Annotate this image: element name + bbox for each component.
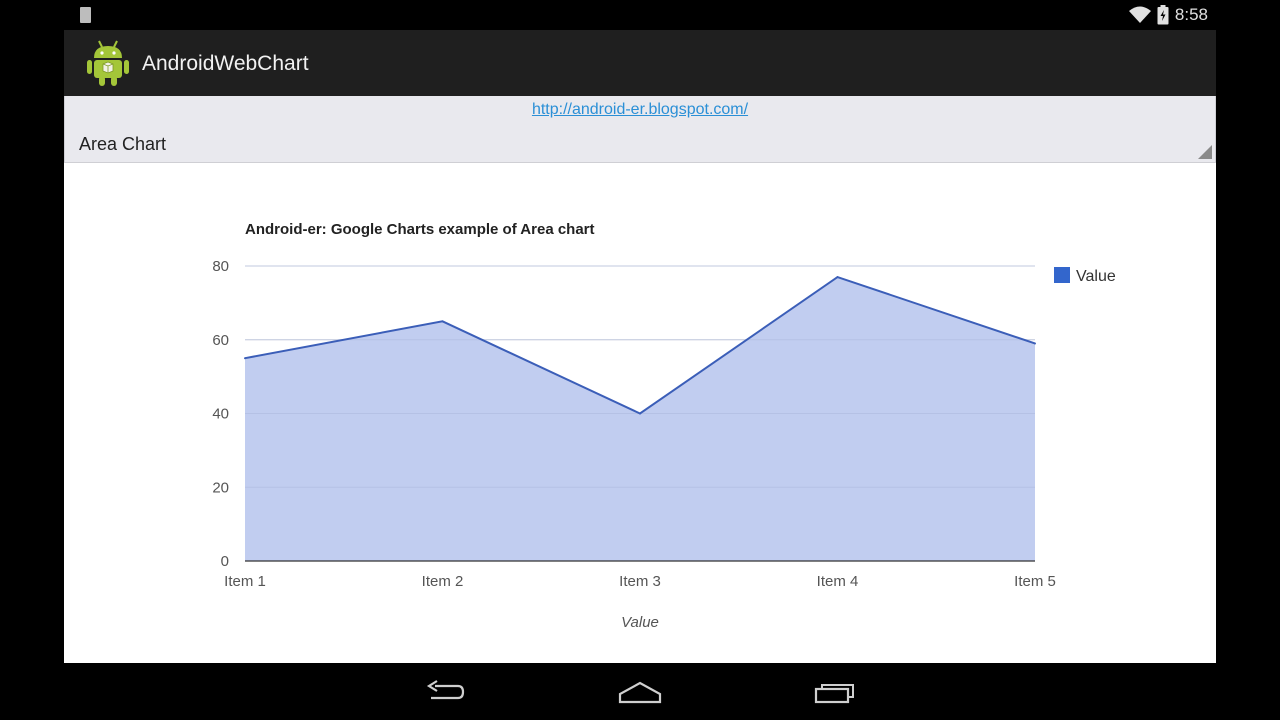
back-button[interactable] [420,677,470,707]
content-area: http://android-er.blogspot.com/ Area Cha… [64,96,1216,663]
android-app-icon [87,40,129,86]
y-tick-label: 40 [212,406,229,423]
status-time: 8:58 [1174,5,1208,24]
back-icon [426,680,465,700]
notification-icon [80,7,91,23]
data-point [639,412,641,415]
legend-label: Value [1076,268,1116,285]
status-icons: 8:58 [1128,4,1208,26]
x-tick-label: Item 2 [422,573,464,590]
recents-icon [814,684,854,704]
y-tick-label: 60 [212,332,229,349]
data-point [836,276,839,279]
area-chart: 0 20 40 60 80 Item 1 Item 2 Item 3 Item 4 Item 5 V… [212,258,1116,631]
wifi-icon [1128,6,1151,23]
area-fill [245,277,1035,561]
home-icon [618,681,662,704]
battery-icon [1157,5,1169,25]
action-bar: AndroidWebChart [64,30,1216,96]
x-tick-label: Item 1 [224,573,266,590]
data-point [244,357,246,360]
recents-button[interactable] [810,677,860,707]
y-tick-label: 20 [212,479,229,496]
y-tick-label: 80 [212,258,229,275]
y-tick-label: 0 [221,553,229,570]
x-tick-label: Item 3 [619,573,661,590]
data-point [441,320,444,323]
status-bar: 8:58 [64,0,1216,30]
legend-swatch [1054,267,1070,283]
x-tick-label: Item 4 [817,573,859,590]
data-point [1034,342,1036,345]
app-title: AndroidWebChart [142,52,309,75]
x-axis-title: Value [621,614,659,631]
nav-bar [64,663,1216,720]
home-button[interactable] [615,677,665,707]
x-tick-label: Item 5 [1014,573,1056,590]
